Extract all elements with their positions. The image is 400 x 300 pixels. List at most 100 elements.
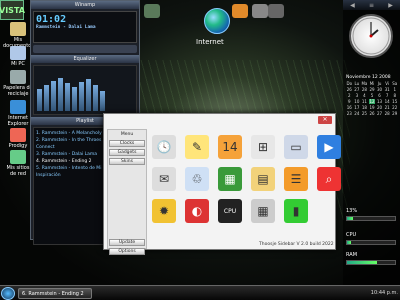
- folder-icon: [10, 22, 26, 36]
- gadget-grid: 🕓 ✎ 14 ⊞ ▭ ▶ ✉ ♲ ▦ ▤ ☰ ⌕ ✹ ◐ CPU ▦ ▮: [152, 135, 343, 227]
- desktop-icon-mypc[interactable]: Mi PC: [3, 46, 33, 67]
- calendar-day[interactable]: 26: [369, 111, 376, 116]
- menu-skins-button[interactable]: Skins: [109, 158, 145, 165]
- gadget-dialog[interactable]: ✕ Menu Clocks Gadgets Skins Update Optio…: [103, 113, 341, 255]
- calendar-day[interactable]: 27: [376, 111, 383, 116]
- search-gadget-icon[interactable]: ⌕: [317, 167, 341, 191]
- notes-gadget-icon[interactable]: ✎: [185, 135, 209, 159]
- sidebar-header[interactable]: ◀ ≡ ▶: [343, 0, 400, 10]
- calendar-day[interactable]: 29: [391, 111, 398, 116]
- app-icon[interactable]: [144, 4, 160, 18]
- winamp-display: 01:02 Rammstein - Dalai Lama: [33, 11, 137, 43]
- menu-clocks-button[interactable]: Clocks: [109, 140, 145, 147]
- calendar-day[interactable]: 24: [354, 111, 361, 116]
- start-button[interactable]: [1, 287, 15, 300]
- meter-ram: RAM: [346, 252, 396, 274]
- calendar-day[interactable]: 2: [346, 93, 353, 98]
- desktop-icon-recycle[interactable]: Papelera de reciclaje: [3, 70, 33, 97]
- equalizer-panel[interactable]: [33, 65, 137, 115]
- calendar-day[interactable]: 18: [361, 105, 368, 110]
- internet-globe-icon[interactable]: [204, 8, 230, 34]
- winamp-titlebar[interactable]: Winamp: [31, 1, 139, 9]
- calendar-day[interactable]: 5: [369, 93, 376, 98]
- photo-gadget-icon[interactable]: ▦: [218, 167, 242, 191]
- calendar-day[interactable]: 22: [391, 105, 398, 110]
- mail-gadget-icon[interactable]: ✉: [152, 167, 176, 191]
- folder-gadget-icon[interactable]: ▤: [251, 167, 275, 191]
- calendar-day[interactable]: 6: [376, 93, 383, 98]
- desktop-icon-network[interactable]: Mis sitios de red: [3, 150, 33, 177]
- eq-slider[interactable]: [93, 85, 98, 111]
- calendar-grid[interactable]: Do Lu Ma Mi Ju Vi Sa 26 27 28 29 30 31 1 2 3 4 5 6 7 8 9 10 11 1…: [346, 81, 398, 116]
- calendar-day[interactable]: 30: [376, 87, 383, 92]
- calendar-day[interactable]: 25: [361, 111, 368, 116]
- monitor-gadget-icon[interactable]: ▭: [284, 135, 308, 159]
- sidebar-menu-icon[interactable]: ≡: [369, 2, 374, 9]
- desktop-icon-ie[interactable]: Internet Explorer: [3, 100, 33, 127]
- eq-slider[interactable]: [37, 89, 42, 111]
- calendar-day[interactable]: 9: [346, 99, 353, 104]
- desktop-icon-documents[interactable]: Mis documentos: [3, 22, 34, 49]
- clock-gadget-sidebar[interactable]: [349, 14, 393, 58]
- calendar-day[interactable]: 19: [369, 105, 376, 110]
- calendar-day[interactable]: 29: [369, 87, 376, 92]
- equalizer-titlebar[interactable]: Equalizer: [31, 55, 139, 63]
- sun-gadget-icon[interactable]: ✹: [152, 199, 176, 223]
- calendar-gadget-sidebar[interactable]: Noviembre 12 2008 Do Lu Ma Mi Ju Vi Sa 26 27 28 29…: [346, 75, 398, 130]
- calendar-day[interactable]: 23: [346, 111, 353, 116]
- calendar-day[interactable]: 28: [384, 111, 391, 116]
- menu-gadgets-button[interactable]: Gadgets: [109, 149, 145, 156]
- eq-slider[interactable]: [58, 78, 63, 111]
- calendar-day[interactable]: 3: [354, 93, 361, 98]
- windows-gadget-icon[interactable]: ⊞: [251, 135, 275, 159]
- calendar-day[interactable]: 8: [391, 93, 398, 98]
- clock-gadget-icon[interactable]: 🕓: [152, 135, 176, 159]
- calendar-day[interactable]: 17: [354, 105, 361, 110]
- calendar-gadget-icon[interactable]: 14: [218, 135, 242, 159]
- close-button[interactable]: ✕: [318, 116, 332, 124]
- dialog-footer: Thoosje Sidebar V 2.0 build 2022: [259, 242, 334, 247]
- weather-gadget-icon[interactable]: ◐: [185, 199, 209, 223]
- calendar-day[interactable]: 28: [361, 87, 368, 92]
- eq-slider[interactable]: [79, 82, 84, 111]
- winamp-controls[interactable]: [33, 45, 137, 53]
- calendar-day[interactable]: 1: [391, 87, 398, 92]
- calendar-day[interactable]: 15: [391, 99, 398, 104]
- eq-slider[interactable]: [44, 85, 49, 111]
- media-icon[interactable]: [232, 4, 248, 18]
- calendar-day[interactable]: 11: [361, 99, 368, 104]
- clock-face-icon: [352, 17, 390, 55]
- calendar-day[interactable]: 14: [384, 99, 391, 104]
- recycle-gadget-icon[interactable]: ♲: [185, 167, 209, 191]
- rss-gadget-icon[interactable]: ☰: [284, 167, 308, 191]
- search-icon[interactable]: [252, 4, 268, 18]
- sidebar-arrow-icon[interactable]: ▶: [388, 2, 393, 9]
- eq-slider[interactable]: [100, 91, 105, 111]
- calendar-day[interactable]: 13: [376, 99, 383, 104]
- calendar-day[interactable]: 21: [384, 105, 391, 110]
- calendar-day[interactable]: 12: [368, 99, 376, 104]
- calendar-day[interactable]: 7: [384, 93, 391, 98]
- eq-slider[interactable]: [51, 81, 56, 111]
- options-button[interactable]: Options: [109, 248, 145, 255]
- taskbar-winamp-button[interactable]: 6. Rammstein - Ending 2: [18, 288, 92, 299]
- desktop-icon-prodigy[interactable]: Prodigy: [3, 128, 33, 149]
- eq-slider[interactable]: [72, 87, 77, 111]
- sidebar-arrow-icon[interactable]: ◀: [350, 2, 355, 9]
- system-tray-clock[interactable]: 10:44 p.m.: [352, 288, 398, 299]
- calendar-day[interactable]: 20: [376, 105, 383, 110]
- calendar-day[interactable]: 27: [354, 87, 361, 92]
- eq-slider[interactable]: [86, 79, 91, 111]
- calendar-day[interactable]: 31: [384, 87, 391, 92]
- tools-icon[interactable]: [268, 4, 284, 18]
- calendar-day[interactable]: 16: [346, 105, 353, 110]
- battery-gadget-icon[interactable]: ▮: [284, 199, 308, 223]
- update-button[interactable]: Update: [109, 239, 145, 246]
- calc-gadget-icon[interactable]: ▦: [251, 199, 275, 223]
- eq-slider[interactable]: [65, 83, 70, 111]
- cpu-gadget-icon[interactable]: CPU: [218, 199, 242, 223]
- calendar-day[interactable]: 4: [361, 93, 368, 98]
- calendar-day[interactable]: 10: [354, 99, 361, 104]
- calendar-day[interactable]: 26: [346, 87, 353, 92]
- media-gadget-icon[interactable]: ▶: [317, 135, 341, 159]
